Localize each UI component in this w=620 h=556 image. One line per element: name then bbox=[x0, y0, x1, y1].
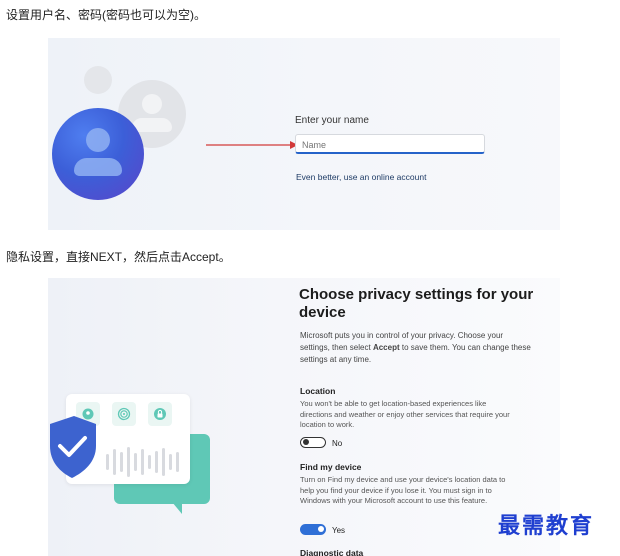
shield-check-icon bbox=[50, 416, 96, 478]
privacy-title: Choose privacy settings for your device bbox=[299, 286, 534, 321]
accept-keyword: Accept bbox=[372, 343, 400, 352]
name-field-label: Enter your name bbox=[295, 115, 369, 126]
caption-privacy: 隐私设置，直接NEXT，然后点击Accept。 bbox=[6, 250, 231, 264]
online-account-link[interactable]: Even better, use an online account bbox=[296, 172, 426, 182]
location-title: Location bbox=[300, 386, 336, 396]
watermark: 最需教育 bbox=[498, 513, 595, 539]
privacy-settings-screenshot: Choose privacy settings for your device … bbox=[48, 278, 560, 556]
fingerprint-icon bbox=[112, 402, 136, 426]
red-arrow-annotation bbox=[206, 141, 298, 149]
location-toggle-label: No bbox=[332, 439, 343, 448]
lock-icon bbox=[148, 402, 172, 426]
location-toggle[interactable] bbox=[300, 437, 326, 448]
name-input[interactable] bbox=[296, 136, 484, 154]
privacy-intro: Microsoft puts you in control of your pr… bbox=[300, 331, 531, 364]
find-my-device-toggle[interactable] bbox=[300, 524, 326, 535]
user-avatar-icon bbox=[52, 108, 144, 200]
caption-setup-user: 设置用户名、密码(密码也可以为空)。 bbox=[6, 8, 206, 22]
find-my-device-description: Turn on Find my device and use your devi… bbox=[300, 475, 506, 505]
chat-bubble-tail bbox=[172, 502, 182, 514]
avatar-placeholder-small bbox=[84, 66, 112, 94]
location-description: You won't be able to get location-based … bbox=[300, 399, 510, 429]
find-my-device-toggle-label: Yes bbox=[332, 526, 346, 535]
name-setup-screenshot: Enter your name Even better, use an onli… bbox=[48, 38, 560, 230]
name-input-field[interactable] bbox=[295, 134, 485, 154]
diagnostic-title: Diagnostic data bbox=[300, 548, 364, 556]
find-my-device-title: Find my device bbox=[300, 462, 362, 472]
